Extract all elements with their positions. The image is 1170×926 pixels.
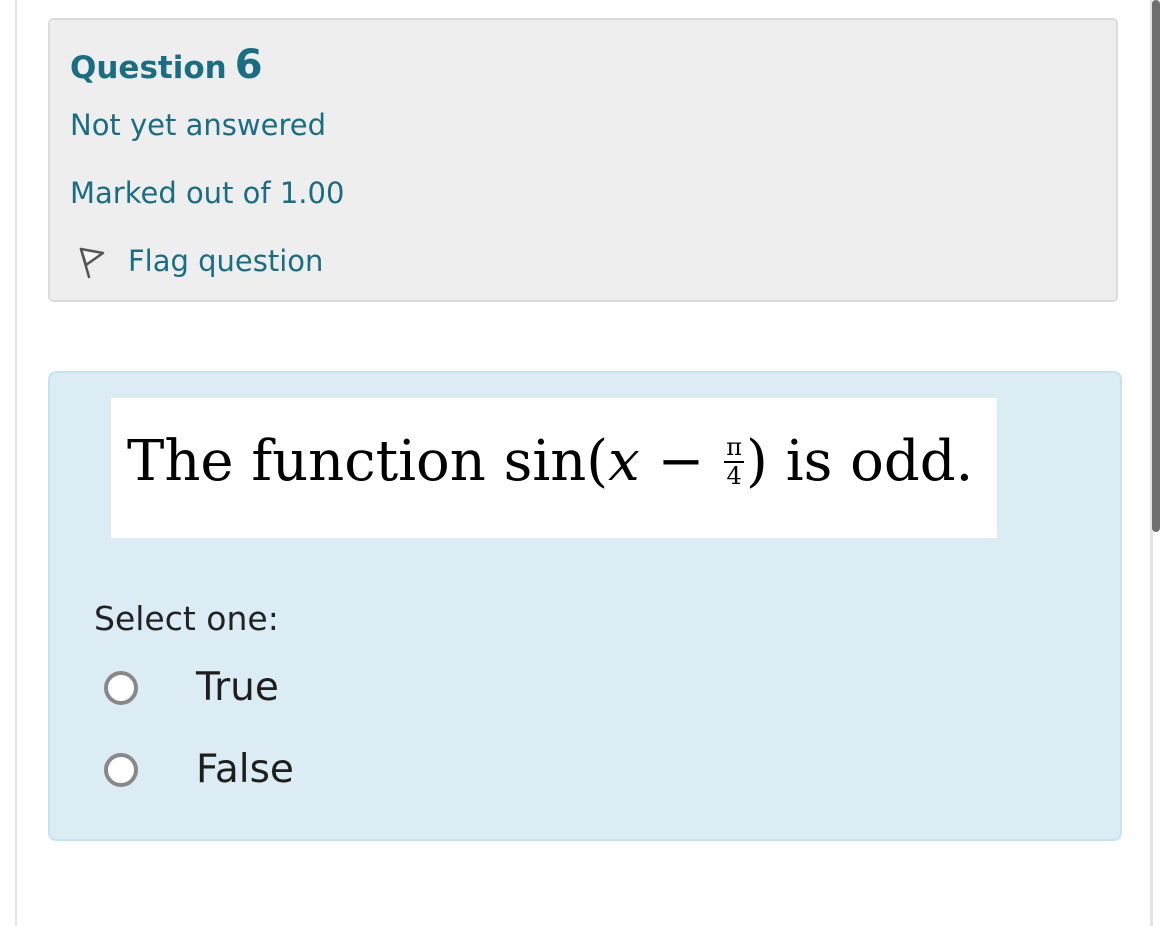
answer-option-label: False xyxy=(196,747,294,792)
flag-question-label: Flag question xyxy=(128,244,324,278)
radio-true[interactable] xyxy=(104,670,138,705)
flag-question-link[interactable]: Flag question xyxy=(72,242,323,280)
question-number: 6 xyxy=(234,42,263,88)
question-info-panel: Question 6 Not yet answered Marked out of… xyxy=(48,18,1118,302)
answer-option-true[interactable]: True xyxy=(104,665,279,710)
question-state: Not yet answered xyxy=(70,108,326,142)
statement-suffix: ) is odd. xyxy=(746,429,974,494)
answer-option-false[interactable]: False xyxy=(104,747,294,792)
flag-icon xyxy=(79,247,105,279)
answer-option-label: True xyxy=(196,665,279,710)
question-grade: Marked out of 1.00 xyxy=(70,176,345,210)
page-border-left xyxy=(15,0,17,926)
statement-variable: x xyxy=(608,429,640,494)
question-content-panel: The function sin(x − π 4) is odd. Select … xyxy=(48,371,1122,841)
scrollbar-thumb[interactable] xyxy=(1152,0,1160,532)
question-title: Question 6 xyxy=(70,42,263,88)
question-label: Question xyxy=(70,50,227,86)
pi-over-four-fraction: π4 xyxy=(724,433,745,490)
question-statement: The function sin(x − π 4) is odd. xyxy=(127,434,973,493)
fraction-numerator: π xyxy=(724,433,745,463)
radio-false[interactable] xyxy=(104,752,138,787)
statement-prefix: The function sin( xyxy=(127,429,609,494)
fraction-denominator: 4 xyxy=(726,461,742,490)
answer-prompt: Select one: xyxy=(94,599,279,638)
statement-minus: − xyxy=(639,429,723,494)
question-text-image: The function sin(x − π 4) is odd. xyxy=(111,398,997,538)
